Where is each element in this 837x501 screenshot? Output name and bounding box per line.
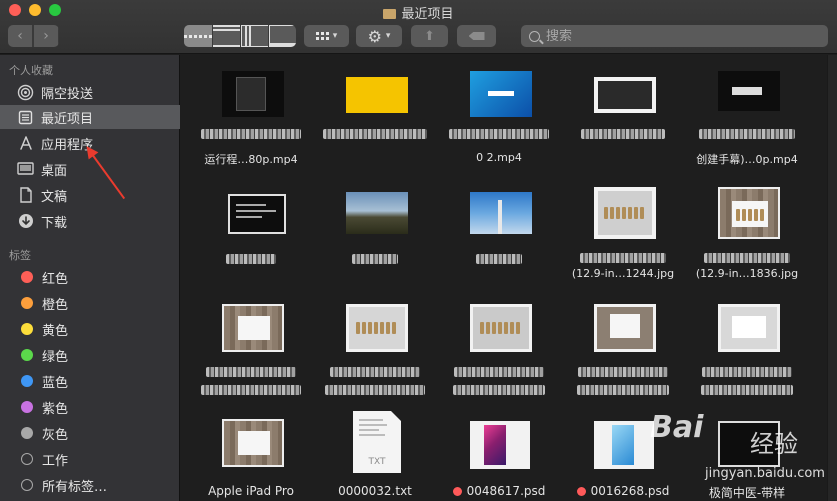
tags-section-title: 标签 [9, 249, 31, 262]
psd-thumbnail [470, 421, 530, 469]
image-thumbnail [346, 304, 408, 352]
blue-tag-dot-icon [21, 375, 33, 387]
back-button[interactable]: ‹ [8, 25, 34, 47]
columns-icon [241, 25, 268, 47]
sidebar-all-tags[interactable]: 所有标签… [0, 473, 180, 497]
sidebar-item-recents[interactable]: 最近项目 [0, 105, 180, 129]
folder-icon [383, 9, 397, 19]
image-thumbnail [346, 192, 408, 234]
action-menu-button[interactable]: ⚙ ▾ [356, 25, 402, 47]
view-mode-control [184, 25, 296, 47]
airdrop-icon [17, 84, 34, 101]
grid-icon [184, 25, 212, 47]
image-thumbnail [228, 194, 286, 234]
sidebar-tag-gray[interactable]: 灰色 [0, 421, 180, 445]
red-tag-dot-icon [576, 487, 586, 496]
baidu-jingyan-watermark: Bai 经验 jingyan.baidu.com [650, 410, 825, 481]
search-input[interactable] [546, 28, 786, 44]
sidebar-item-desktop[interactable]: 桌面 [0, 157, 180, 181]
video-thumbnail [346, 77, 408, 113]
list-view-button[interactable] [213, 25, 241, 47]
purple-tag-dot-icon [21, 401, 33, 413]
image-thumbnail [718, 187, 780, 239]
green-tag-dot-icon [21, 349, 33, 361]
sidebar-item-documents[interactable]: 文稿 [0, 183, 180, 207]
sidebar-tag-yellow[interactable]: 黄色 [0, 317, 180, 341]
gray-tag-dot-icon [21, 427, 33, 439]
search-field[interactable] [521, 25, 828, 47]
search-icon [529, 30, 540, 42]
image-thumbnail [594, 77, 656, 113]
image-thumbnail [470, 192, 532, 234]
video-thumbnail [222, 71, 284, 117]
baidu-logo: Bai [650, 410, 704, 445]
chevron-left-icon: ‹ [8, 25, 33, 47]
window-toolbar: 最近项目 ‹ › ▾ ⚙ ▾ ⬆ [0, 0, 837, 54]
forward-button[interactable]: › [34, 25, 59, 47]
red-tag-dot-icon [21, 271, 33, 283]
gallery-icon [269, 25, 296, 47]
video-thumbnail [470, 71, 532, 117]
documents-icon [17, 187, 34, 204]
chevron-down-icon: ▾ [332, 31, 338, 41]
gallery-view-button[interactable] [269, 25, 296, 47]
tag-ring-icon [21, 479, 33, 491]
desktop-icon [17, 161, 34, 178]
image-thumbnail [222, 304, 284, 352]
yellow-tag-dot-icon [21, 323, 33, 335]
share-icon: ⬆ [424, 28, 435, 44]
favorites-section-title: 个人收藏 [9, 64, 53, 77]
edit-tags-button[interactable] [457, 25, 496, 47]
image-thumbnail [470, 304, 532, 352]
sidebar-tag-blue[interactable]: 蓝色 [0, 369, 180, 393]
icon-view-button[interactable] [184, 25, 213, 47]
image-thumbnail [594, 187, 656, 239]
sidebar-tag-work[interactable]: 工作 [0, 447, 180, 471]
image-thumbnail [718, 304, 780, 352]
chevron-down-icon: ▾ [385, 31, 391, 41]
sidebar-tag-orange[interactable]: 橙色 [0, 291, 180, 315]
image-thumbnail [222, 419, 284, 467]
sidebar-item-downloads[interactable]: 下载 [0, 209, 180, 233]
sidebar-tag-red[interactable]: 红色 [0, 265, 180, 289]
sidebar-item-airdrop[interactable]: 隔空投送 [0, 80, 180, 104]
window-title: 最近项目 [0, 3, 837, 22]
chevron-right-icon: › [34, 25, 59, 47]
tag-ring-icon [21, 453, 33, 465]
sidebar-tag-purple[interactable]: 紫色 [0, 395, 180, 419]
group-by-button[interactable]: ▾ [304, 25, 349, 47]
sidebar: 个人收藏 隔空投送 最近项目 应用程序 桌面 文稿 下载 标签 红色 橙色 黄色… [0, 55, 180, 501]
video-thumbnail [718, 71, 780, 111]
gear-icon: ⚙ [367, 26, 382, 46]
orange-tag-dot-icon [21, 297, 33, 309]
navigation-buttons: ‹ › [8, 25, 59, 47]
list-icon [213, 25, 240, 47]
column-view-button[interactable] [241, 25, 269, 47]
text-document-icon: TXT [353, 411, 401, 473]
grid-icon [315, 32, 329, 40]
downloads-icon [17, 213, 34, 230]
image-thumbnail [594, 304, 656, 352]
applications-icon [17, 135, 34, 152]
recents-icon [17, 109, 34, 126]
red-tag-dot-icon [452, 487, 462, 496]
share-button[interactable]: ⬆ [411, 25, 448, 47]
tag-icon [468, 32, 485, 40]
sidebar-tag-green[interactable]: 绿色 [0, 343, 180, 367]
